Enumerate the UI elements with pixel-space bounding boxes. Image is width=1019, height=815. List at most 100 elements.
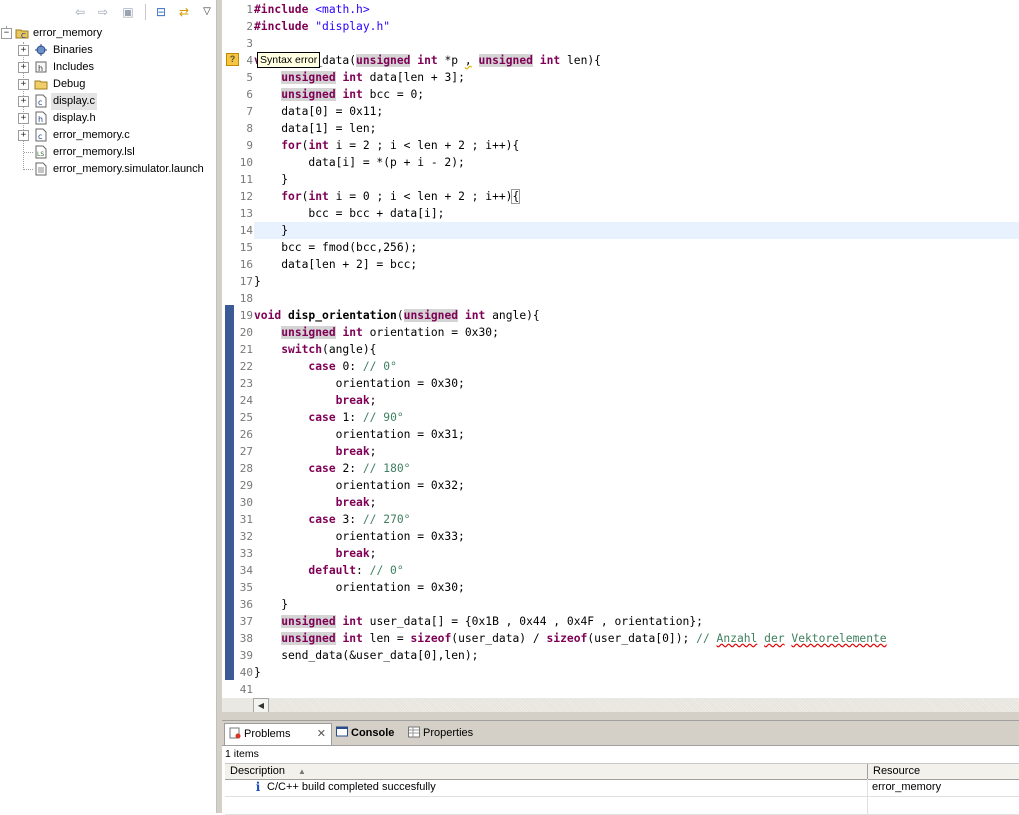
code-line: orientation = 0x31;: [254, 428, 465, 441]
code-line: switch(angle){: [281, 343, 377, 356]
expand-toggle-icon[interactable]: +: [18, 79, 29, 90]
line-number: 8: [246, 122, 253, 135]
line-number: 33: [239, 547, 253, 560]
horizontal-scrollbar[interactable]: ◀: [222, 698, 1019, 713]
tree-item-error-memory-c[interactable]: + c error_memory.c: [0, 127, 216, 144]
explorer-toolbar: ⇦ ⇨ ▣ ⊟ ⇄ ▽: [0, 0, 216, 24]
code-line: break;: [335, 496, 377, 509]
scroll-left-icon[interactable]: ◀: [253, 698, 269, 713]
tab-console[interactable]: Console: [332, 723, 406, 744]
code-line: data[1] = len;: [254, 122, 377, 135]
code-line: bcc = bcc + data[i];: [254, 207, 445, 220]
line-number: 10: [239, 156, 253, 169]
properties-icon: [408, 726, 420, 738]
project-node[interactable]: − C error_memory: [0, 25, 216, 42]
expand-toggle-icon[interactable]: +: [18, 96, 29, 107]
tree-item-simulator-launch[interactable]: error_memory.simulator.launch: [0, 161, 216, 178]
expand-toggle-icon[interactable]: +: [18, 62, 29, 73]
line-number: 28: [239, 462, 253, 475]
project-label: error_memory: [33, 27, 103, 39]
tab-label: Properties: [423, 727, 474, 739]
tree-item-label: error_memory.simulator.launch: [53, 163, 204, 175]
code-line: break;: [335, 445, 377, 458]
up-folder-icon[interactable]: ▣: [120, 4, 136, 20]
svg-text:c: c: [38, 132, 42, 141]
view-menu-icon[interactable]: ▽: [199, 4, 215, 20]
code-line: for(int i = 2 ; i < len + 2 ; i++){: [281, 139, 520, 152]
tree-item-binaries[interactable]: + Binaries: [0, 42, 216, 59]
code-line: #include "display.h": [254, 20, 391, 33]
code-line: unsigned int bcc = 0;: [281, 88, 425, 101]
table-row[interactable]: i C/C++ build completed succesfully erro…: [225, 779, 1019, 797]
code-line: case 2: // 180°: [308, 462, 411, 475]
expand-toggle-icon[interactable]: +: [18, 45, 29, 56]
line-number: 7: [246, 105, 253, 118]
line-number: 9: [246, 139, 253, 152]
collapse-all-icon[interactable]: ⊟: [153, 4, 169, 20]
tree-item-label: Includes: [53, 61, 94, 73]
tab-properties[interactable]: Properties: [404, 723, 482, 744]
line-number: 14: [239, 224, 253, 237]
tree-item-debug[interactable]: + Debug: [0, 76, 216, 93]
toolbar-divider: [145, 4, 146, 20]
scrollbar-track[interactable]: [269, 699, 1019, 711]
line-number: 26: [239, 428, 253, 441]
c-file-icon: c: [35, 128, 47, 142]
tab-problems[interactable]: Problems ✕: [224, 723, 332, 745]
line-number: 41: [239, 683, 253, 696]
line-number: 31: [239, 513, 253, 526]
code-line: void disp_orientation(unsigned int angle…: [254, 309, 540, 322]
tree-item-display-h[interactable]: + h display.h: [0, 110, 216, 127]
line-number: 18: [239, 292, 253, 305]
problem-description: C/C++ build completed succesfully: [267, 781, 436, 793]
collapse-toggle-icon[interactable]: −: [1, 28, 12, 39]
close-icon[interactable]: ✕: [317, 724, 326, 745]
code-line: data[0] = 0x11;: [254, 105, 384, 118]
line-number: 19: [239, 309, 253, 322]
line-number: 35: [239, 581, 253, 594]
expand-toggle-icon[interactable]: +: [18, 130, 29, 141]
folder-icon: [34, 80, 48, 90]
line-number: 12: [239, 190, 253, 203]
problems-panel: Problems ✕ Console Properties 1 items De…: [222, 720, 1019, 815]
code-line: }: [254, 173, 289, 186]
tree-item-error-memory-lsl[interactable]: LS error_memory.lsl: [0, 144, 216, 161]
line-number: 27: [239, 445, 253, 458]
line-number: 24: [239, 394, 253, 407]
code-line: case 0: // 0°: [308, 360, 397, 373]
line-number: 21: [239, 343, 253, 356]
code-editor[interactable]: ? 1 2 3 4 5 6 7 8 9 10 11 12 13 14 15 16…: [222, 0, 1019, 713]
code-line: case 1: // 90°: [308, 411, 404, 424]
column-header-description[interactable]: Description: [230, 764, 285, 779]
tree-item-includes[interactable]: + h Includes: [0, 59, 216, 76]
forward-arrow-icon[interactable]: ⇨: [95, 4, 111, 20]
tree-item-display-c[interactable]: + c display.c: [0, 93, 216, 110]
svg-text:LS: LS: [37, 151, 44, 158]
line-number: 38: [239, 632, 253, 645]
launch-file-icon: [35, 162, 47, 176]
line-number: 20: [239, 326, 253, 339]
back-arrow-icon[interactable]: ⇦: [72, 4, 88, 20]
line-number: 6: [246, 88, 253, 101]
overview-ruler: [222, 0, 236, 698]
tab-label: Console: [351, 727, 395, 739]
tree-item-label: Binaries: [53, 44, 93, 56]
problem-resource: error_memory: [872, 781, 942, 793]
column-header-resource[interactable]: Resource: [873, 764, 920, 779]
items-count: 1 items: [225, 748, 259, 760]
tree-item-label: display.h: [53, 112, 96, 124]
c-file-icon: c: [35, 94, 47, 108]
code-line: orientation = 0x30;: [254, 377, 465, 390]
code-line: }: [254, 275, 261, 288]
code-line: for(int i = 0 ; i < len + 2 ; i++){: [281, 189, 521, 204]
line-number: 34: [239, 564, 253, 577]
code-line: unsigned int orientation = 0x30;: [281, 326, 499, 339]
expand-toggle-icon[interactable]: +: [18, 113, 29, 124]
binaries-icon: [35, 44, 47, 56]
link-editor-icon[interactable]: ⇄: [176, 4, 192, 20]
svg-text:h: h: [38, 64, 43, 73]
line-number: 37: [239, 615, 253, 628]
code-line: #include <math.h>: [254, 3, 370, 16]
code-text-area[interactable]: #include <math.h> #include "display.h" v…: [254, 0, 1019, 698]
code-line: orientation = 0x32;: [254, 479, 465, 492]
